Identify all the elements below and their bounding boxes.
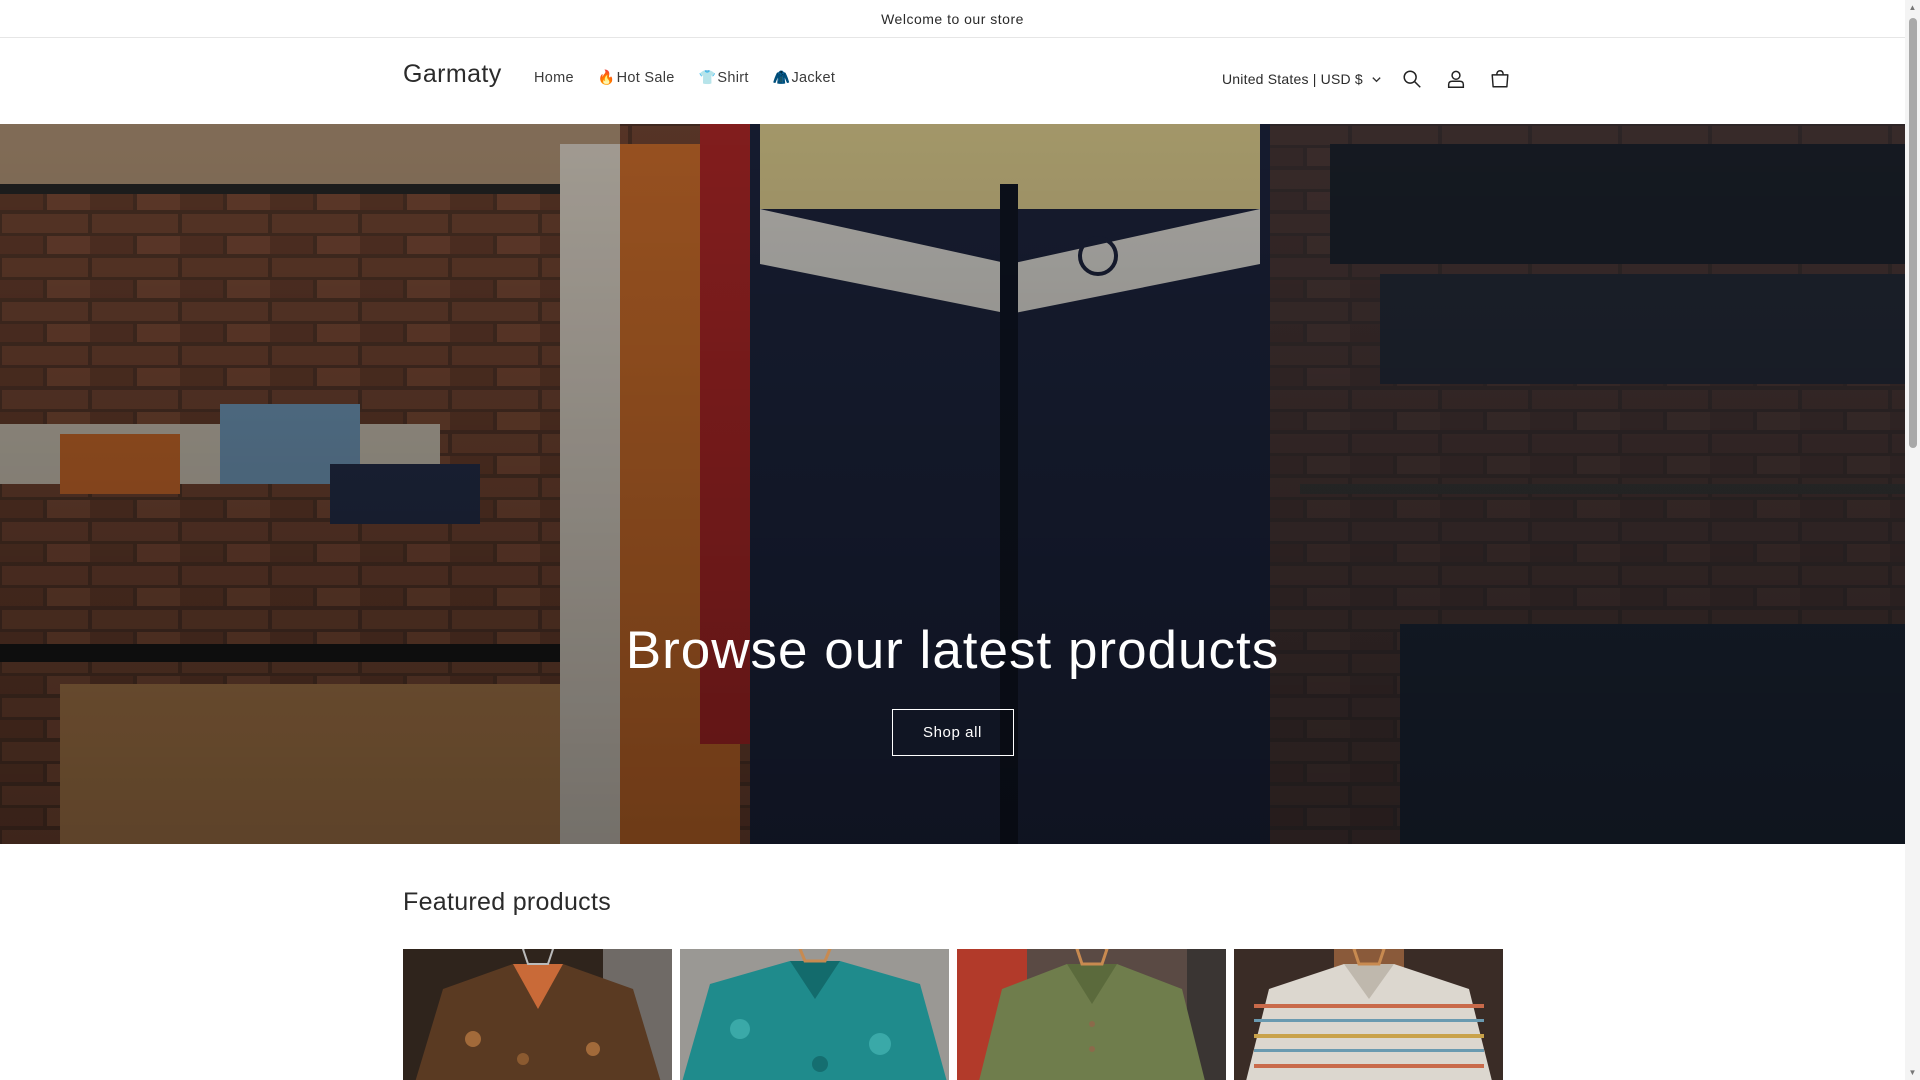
- main-nav: Home 🔥 Hot Sale 👕 Shirt 🧥 Jacket: [522, 69, 847, 86]
- product-grid: [403, 949, 1503, 1080]
- chevron-down-icon: [1372, 76, 1381, 82]
- announcement-text: Welcome to our store: [881, 10, 1024, 27]
- featured-title: Featured products: [403, 888, 611, 916]
- store-logo[interactable]: Garmaty: [403, 60, 502, 89]
- page-scrollbar[interactable]: ▲ ▼: [1905, 0, 1920, 1080]
- announcement-bar: Welcome to our store: [0, 0, 1905, 38]
- nav-shirt-label: Shirt: [717, 69, 749, 86]
- cart-icon: [1491, 70, 1509, 88]
- nav-jacket[interactable]: 🧥 Jacket: [761, 69, 847, 86]
- hero-title: Browse our latest products: [625, 621, 1280, 680]
- scrollbar-thumb[interactable]: [1909, 18, 1917, 448]
- country-selector[interactable]: United States | USD $: [1214, 71, 1390, 87]
- nav-hot-sale[interactable]: 🔥 Hot Sale: [586, 69, 687, 86]
- page: Welcome to our store Garmaty Home 🔥 Hot …: [0, 0, 1905, 1080]
- product-card[interactable]: [403, 949, 672, 1080]
- shop-all-button[interactable]: Shop all: [891, 709, 1014, 756]
- country-selector-label: United States | USD $: [1222, 71, 1363, 87]
- product-card[interactable]: [1234, 949, 1503, 1080]
- hero-banner: Browse our latest products Shop all: [0, 124, 1905, 844]
- nav-hot-sale-label: Hot Sale: [616, 69, 675, 86]
- product-card[interactable]: [680, 949, 949, 1080]
- account-button[interactable]: [1434, 57, 1478, 101]
- scroll-up-arrow-icon[interactable]: ▲: [1908, 3, 1917, 12]
- olive-green-shirt-image: [957, 949, 1226, 1080]
- account-icon: [1447, 70, 1464, 88]
- shirt-icon: 👕: [698, 69, 717, 85]
- striped-pattern-shirt-image: [1234, 949, 1503, 1080]
- featured-section: Featured products: [403, 888, 611, 917]
- product-card[interactable]: [957, 949, 1226, 1080]
- nav-home-label: Home: [534, 69, 574, 86]
- teal-floral-shirt-image: [680, 949, 949, 1080]
- jacket-icon: 🧥: [772, 69, 791, 85]
- paisley-brown-shirt-image: [403, 949, 672, 1080]
- cart-button[interactable]: [1478, 57, 1522, 101]
- nav-home[interactable]: Home: [522, 69, 586, 86]
- search-button[interactable]: [1390, 57, 1434, 101]
- site-header: Garmaty Home 🔥 Hot Sale 👕 Shirt 🧥 Jacket…: [0, 38, 1905, 123]
- nav-jacket-label: Jacket: [791, 69, 836, 86]
- nav-shirt[interactable]: 👕 Shirt: [687, 69, 761, 86]
- search-icon: [1403, 70, 1421, 88]
- fire-icon: 🔥: [597, 69, 616, 85]
- header-actions: United States | USD $: [1214, 56, 1522, 102]
- scroll-down-arrow-icon[interactable]: ▼: [1908, 1068, 1917, 1077]
- hero-content: Browse our latest products Shop all: [0, 620, 1905, 756]
